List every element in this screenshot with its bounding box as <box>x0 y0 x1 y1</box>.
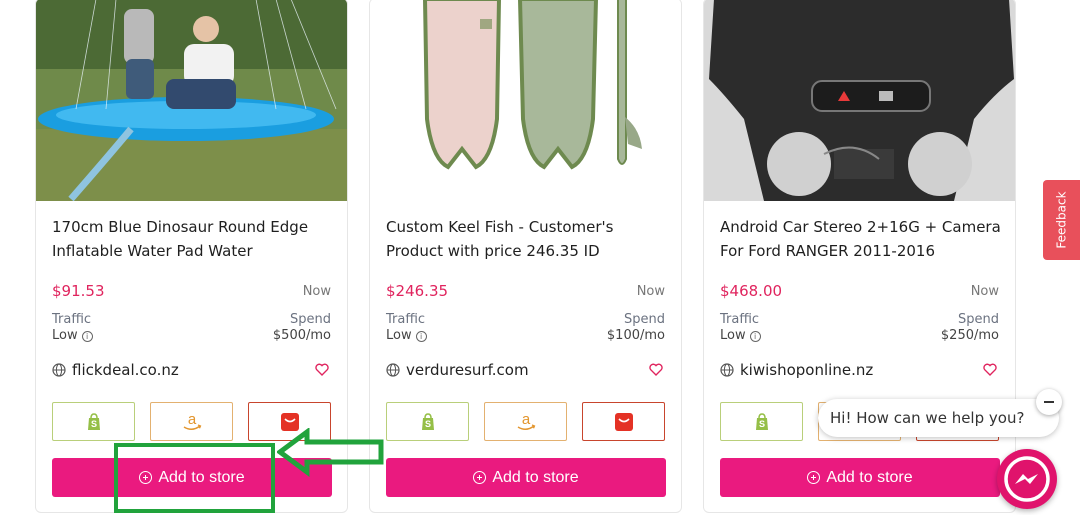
shopify-icon: S <box>755 412 768 430</box>
heart-icon[interactable] <box>983 363 997 376</box>
minus-icon[interactable] <box>1036 389 1062 415</box>
amazon-icon: a <box>183 412 201 430</box>
shopify-button[interactable]: S <box>386 402 469 441</box>
aliexpress-button[interactable] <box>582 402 665 441</box>
chat-greeting-text: Hi! How can we help you? <box>830 409 1025 427</box>
annotation-arrow <box>277 428 384 477</box>
amazon-icon: a <box>517 412 535 430</box>
traffic-label: Traffic <box>52 312 92 327</box>
spend-label: Spend <box>290 312 331 327</box>
traffic-label: Traffic <box>386 312 426 327</box>
store-domain: kiwishoponline.nz <box>740 361 874 379</box>
store-link[interactable]: kiwishoponline.nz <box>720 361 873 379</box>
traffic-stat: Traffic Low i <box>720 312 761 344</box>
product-title[interactable]: Custom Keel Fish - Customer's Product wi… <box>386 215 671 263</box>
spend-value: $100/mo <box>606 328 665 343</box>
heart-icon[interactable] <box>649 363 663 376</box>
shopify-button[interactable]: S <box>720 402 803 441</box>
spend-stat: Spend $100/mo <box>607 312 665 344</box>
traffic-label: Traffic <box>720 312 760 327</box>
add-to-store-label: Add to store <box>826 468 913 486</box>
feedback-tab[interactable]: Feedback <box>1043 180 1080 260</box>
svg-text:a: a <box>187 412 196 428</box>
svg-text:S: S <box>758 419 764 429</box>
spend-label: Spend <box>624 312 665 327</box>
amazon-button[interactable]: a <box>484 402 567 441</box>
timestamp: Now <box>302 284 331 299</box>
product-title[interactable]: Android Car Stereo 2+16G + Camera For Fo… <box>720 215 1005 263</box>
store-domain: flickdeal.co.nz <box>72 361 179 379</box>
spend-value: $500/mo <box>272 328 331 343</box>
globe-icon <box>52 363 66 377</box>
add-to-store-button[interactable]: Add to store <box>386 458 666 497</box>
feedback-label: Feedback <box>1054 191 1069 249</box>
spend-stat: Spend $250/mo <box>941 312 999 344</box>
svg-text:a: a <box>521 412 530 428</box>
traffic-stat: Traffic Low i <box>386 312 427 344</box>
product-image[interactable] <box>370 0 681 201</box>
traffic-value: Low <box>720 328 746 343</box>
plus-circle-icon <box>807 471 821 484</box>
messenger-launcher-button[interactable] <box>997 449 1057 509</box>
product-image[interactable] <box>704 0 1015 201</box>
annotation-highlight-box <box>114 443 275 513</box>
spend-label: Spend <box>958 312 999 327</box>
traffic-value: Low <box>52 328 78 343</box>
timestamp: Now <box>636 284 665 299</box>
store-domain: verduresurf.com <box>406 361 529 379</box>
store-link[interactable]: flickdeal.co.nz <box>52 361 179 379</box>
traffic-value: Low <box>386 328 412 343</box>
amazon-button[interactable]: a <box>150 402 233 441</box>
add-to-store-button[interactable]: Add to store <box>720 458 1000 497</box>
info-icon[interactable]: i <box>749 330 761 342</box>
globe-icon <box>386 363 400 377</box>
spend-stat: Spend $500/mo <box>273 312 331 344</box>
heart-icon[interactable] <box>315 363 329 376</box>
messenger-icon <box>1004 456 1050 502</box>
shopify-button[interactable]: S <box>52 402 135 441</box>
aliexpress-icon <box>614 412 633 431</box>
product-price: $246.35 <box>386 282 449 300</box>
info-icon[interactable]: i <box>81 330 93 342</box>
product-title[interactable]: 170cm Blue Dinosaur Round Edge Inflatabl… <box>52 215 337 263</box>
product-price: $468.00 <box>720 282 783 300</box>
product-image[interactable] <box>36 0 347 201</box>
spend-value: $250/mo <box>940 328 999 343</box>
globe-icon <box>720 363 734 377</box>
shopify-icon: S <box>421 412 434 430</box>
product-price: $91.53 <box>52 282 105 300</box>
product-card: Custom Keel Fish - Customer's Product wi… <box>369 0 682 513</box>
shopify-icon: S <box>87 412 100 430</box>
info-icon[interactable]: i <box>415 330 427 342</box>
plus-circle-icon <box>473 471 487 484</box>
svg-text:S: S <box>424 419 430 429</box>
chat-greeting-bubble[interactable]: Hi! How can we help you? <box>818 399 1059 437</box>
traffic-stat: Traffic Low i <box>52 312 93 344</box>
timestamp: Now <box>970 284 999 299</box>
add-to-store-label: Add to store <box>492 468 579 486</box>
svg-text:S: S <box>90 419 96 429</box>
store-link[interactable]: verduresurf.com <box>386 361 529 379</box>
